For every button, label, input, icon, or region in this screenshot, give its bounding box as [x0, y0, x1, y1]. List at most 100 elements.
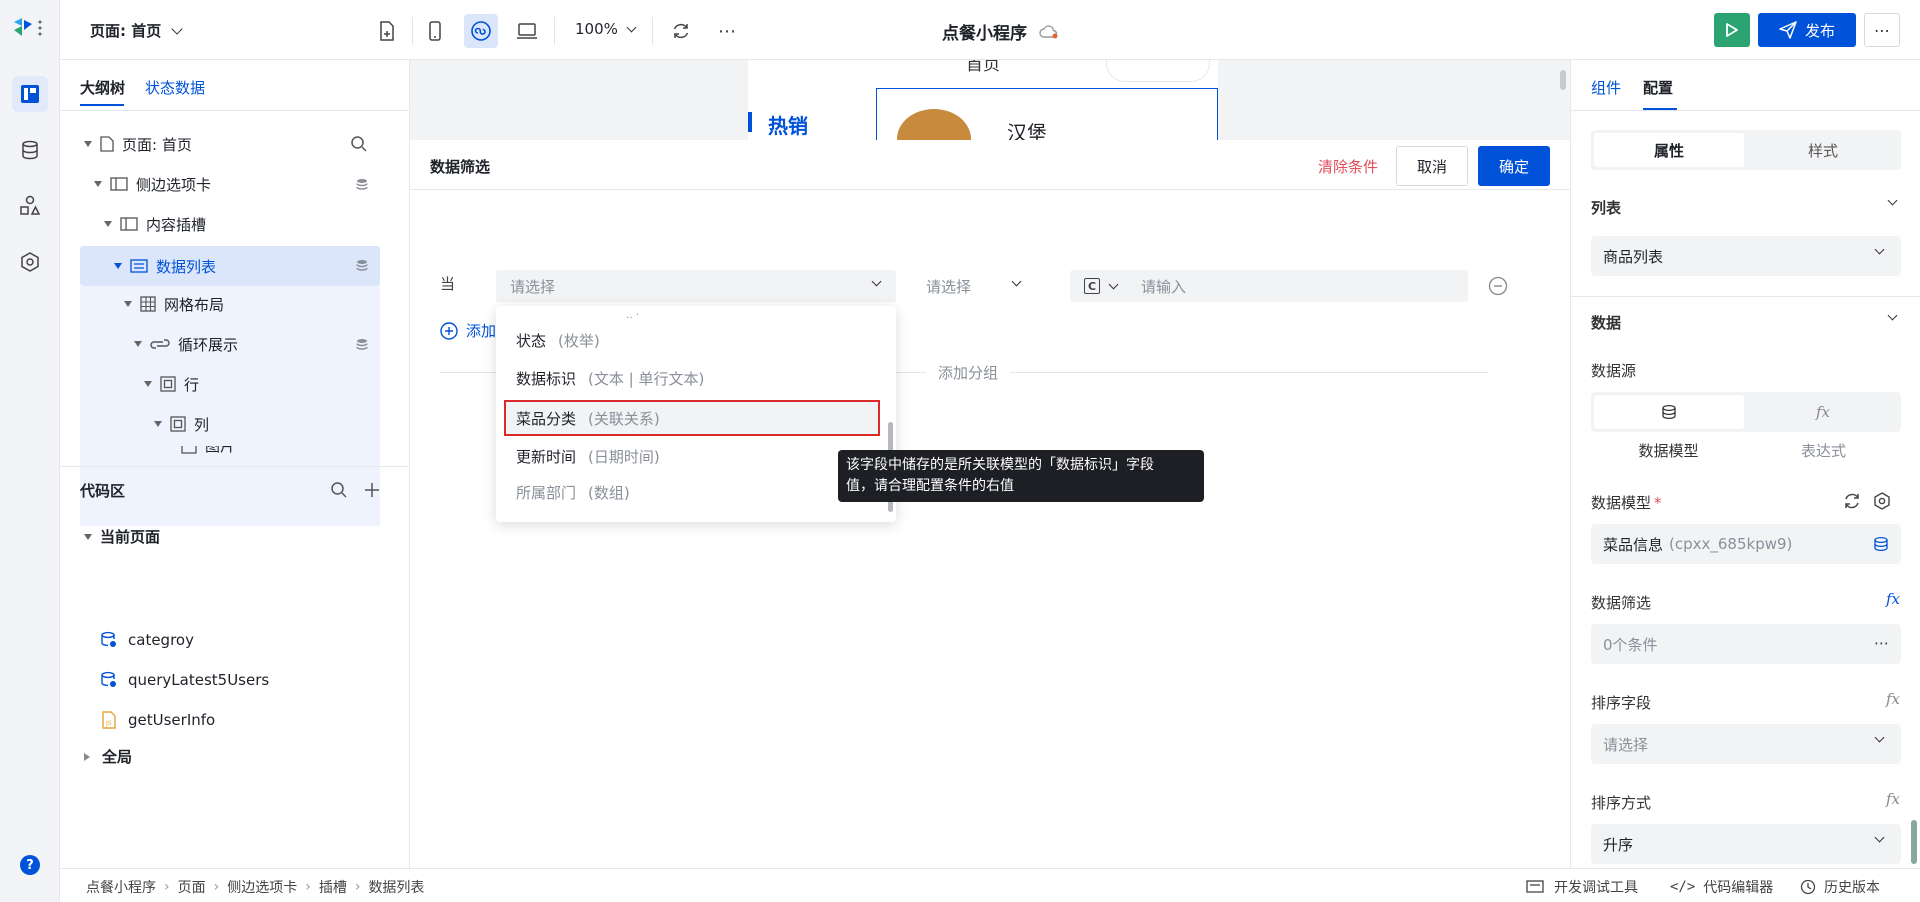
new-page-icon[interactable]: [370, 14, 404, 48]
dropdown-option[interactable]: 状态 (枚举): [516, 324, 600, 356]
page-selector[interactable]: 页面: 首页: [90, 20, 183, 41]
tree-node-column[interactable]: 列: [80, 406, 380, 442]
more-icon[interactable]: ⋯: [710, 14, 744, 48]
fx-icon[interactable]: fx: [1886, 690, 1900, 708]
scrollbar[interactable]: [1911, 820, 1917, 864]
code-item[interactable]: JS getUserInfo: [100, 706, 400, 734]
dropdown-option[interactable]: 更新时间 (日期时间): [516, 440, 660, 472]
tree-node-row[interactable]: 行: [80, 366, 380, 402]
datasource-option-label: 表达式: [1800, 442, 1846, 460]
breadcrumb-item[interactable]: 数据列表: [368, 877, 424, 897]
clear-conditions-button[interactable]: 清除条件: [1318, 156, 1378, 177]
breadcrumb-item[interactable]: 点餐小程序: [86, 877, 156, 897]
chevron-down-icon: [626, 22, 637, 32]
desktop-view-icon[interactable]: [510, 14, 544, 48]
fx-icon[interactable]: fx: [1886, 590, 1900, 608]
mobile-view-icon[interactable]: [418, 14, 452, 48]
publish-button[interactable]: 发布: [1758, 13, 1856, 47]
devtools-icon: [1526, 880, 1544, 893]
expand-icon[interactable]: [144, 381, 152, 387]
more-menu-button[interactable]: ⋯: [1864, 13, 1900, 47]
dev-tools-button[interactable]: 开发调试工具: [1526, 877, 1638, 897]
remove-condition-icon: [1488, 276, 1508, 296]
refresh-icon: [1845, 493, 1859, 509]
settings-icon: [1874, 492, 1890, 510]
code-editor-button[interactable]: </> 代码编辑器: [1670, 877, 1773, 897]
datasource-icon: [356, 339, 368, 350]
fx-icon[interactable]: fx: [1748, 395, 1898, 429]
code-group-label: 当前页面: [100, 528, 161, 546]
page-selector-label: 页面: 首页: [90, 22, 162, 40]
chevron-down-icon[interactable]: [1887, 310, 1898, 321]
tree-node-loop[interactable]: 循环展示: [80, 326, 380, 362]
expand-icon[interactable]: [84, 533, 92, 540]
expand-icon[interactable]: [134, 341, 142, 347]
add-group-button[interactable]: 添加分组: [926, 362, 1011, 383]
chevron-down-icon[interactable]: [1887, 195, 1898, 206]
list-select[interactable]: 商品列表: [1591, 236, 1901, 276]
refresh-icon[interactable]: [664, 14, 698, 48]
outline-nav-icon[interactable]: [12, 76, 48, 112]
tab-outline[interactable]: 大纲树: [80, 77, 125, 98]
tree-node-data-list[interactable]: 数据列表: [80, 246, 380, 286]
dropdown-option[interactable]: 数据标识 (文本 | 单行文本): [516, 362, 704, 394]
more-icon[interactable]: ⋯: [1874, 634, 1889, 652]
tree-node-label: 循环展示: [178, 335, 239, 354]
history-button[interactable]: 历史版本: [1800, 877, 1880, 897]
breadcrumb-item[interactable]: 页面: [178, 877, 206, 897]
sort-field-label: 排序字段: [1591, 694, 1652, 712]
tree-node-side-tabs[interactable]: 侧边选项卡: [80, 166, 380, 202]
sort-field-placeholder: 请选择: [1603, 735, 1649, 754]
add-condition-button[interactable]: 添加: [440, 320, 496, 341]
segment-properties[interactable]: 属性: [1594, 133, 1744, 167]
value-input[interactable]: C 请输入: [1070, 270, 1468, 302]
tab-state-data[interactable]: 状态数据: [145, 77, 205, 98]
tab-components[interactable]: 组件: [1591, 77, 1621, 98]
collapse-icon[interactable]: [84, 752, 90, 761]
components-nav-icon[interactable]: [12, 188, 48, 224]
sort-order-select[interactable]: 升序: [1591, 824, 1901, 864]
expand-icon[interactable]: [154, 421, 162, 427]
database-nav-icon[interactable]: [12, 132, 48, 168]
confirm-button[interactable]: 确定: [1478, 146, 1550, 186]
breadcrumb-item[interactable]: 插槽: [319, 877, 347, 897]
fx-icon[interactable]: fx: [1886, 790, 1900, 808]
option-name: 所属部门: [516, 483, 577, 502]
help-icon[interactable]: ?: [20, 855, 40, 875]
chevron-down-icon[interactable]: [1108, 279, 1119, 289]
chevron-down-icon: [1874, 732, 1885, 743]
list-value: 商品列表: [1603, 247, 1664, 266]
expand-icon[interactable]: [84, 141, 92, 147]
expand-icon[interactable]: [114, 263, 122, 269]
datasource-model-option[interactable]: [1594, 395, 1744, 429]
filter-field[interactable]: 0个条件 ⋯: [1591, 624, 1901, 664]
expand-icon[interactable]: [124, 301, 132, 307]
field-select[interactable]: 请选择: [496, 270, 896, 302]
operator-select[interactable]: 请选择: [912, 270, 1032, 302]
expand-icon[interactable]: [104, 221, 112, 227]
tree-node-page[interactable]: 页面: 首页: [80, 126, 380, 162]
field-placeholder: 请选择: [510, 277, 556, 296]
capsule-button: [1106, 60, 1210, 82]
miniprogram-view-icon[interactable]: [464, 14, 498, 48]
code-item[interactable]: categroy: [100, 626, 400, 654]
left-panel: 大纲树 状态数据 页面: 首页 侧边选项卡 内容插槽 数据列表 网格布局 循环展…: [60, 60, 410, 868]
preview-run-button[interactable]: [1714, 13, 1750, 47]
cancel-button[interactable]: 取消: [1396, 146, 1468, 186]
sort-field-select[interactable]: 请选择: [1591, 724, 1901, 764]
zoom-select[interactable]: 100%: [575, 20, 637, 38]
expand-icon[interactable]: [94, 181, 102, 187]
code-group-current[interactable]: 当前页面: [84, 526, 160, 547]
dropdown-option[interactable]: 菜品分类 (关联关系): [516, 402, 660, 434]
tree-node-content-slot[interactable]: 内容插槽: [80, 206, 380, 242]
tree-node-grid-layout[interactable]: 网格布局: [80, 286, 380, 322]
settings-nav-icon[interactable]: [12, 244, 48, 280]
code-item[interactable]: queryLatest5Users: [100, 666, 400, 694]
value-type-icon[interactable]: C: [1084, 278, 1100, 294]
tab-config[interactable]: 配置: [1643, 77, 1673, 98]
model-select[interactable]: 菜品信息 (cpxx_685kpw9): [1591, 524, 1901, 564]
chevron-down-icon: [171, 22, 183, 35]
code-group-global[interactable]: 全局: [84, 746, 132, 767]
segment-styles[interactable]: 样式: [1748, 133, 1898, 167]
breadcrumb-item[interactable]: 侧边选项卡: [227, 877, 297, 897]
